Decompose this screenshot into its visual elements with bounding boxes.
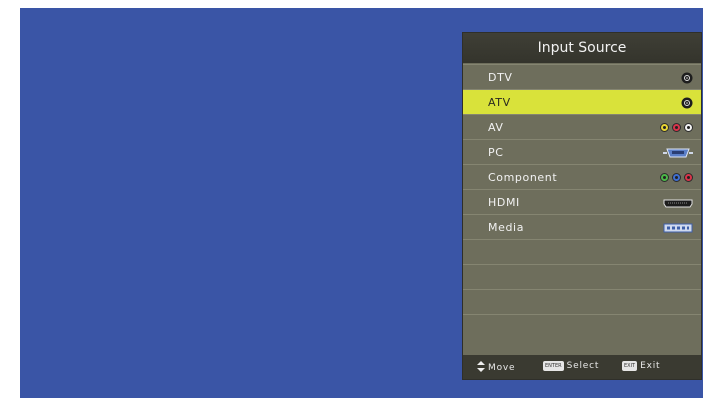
empty-row [463, 239, 701, 264]
empty-row [463, 314, 701, 339]
usb-connector-icon [663, 221, 693, 234]
source-item-media[interactable]: Media [463, 214, 701, 239]
source-item-label: Media [488, 221, 525, 234]
menu-footer: Move ENTER Select EXIT Exit [463, 355, 701, 379]
exit-hint: EXIT Exit [622, 361, 660, 371]
source-item-hdmi[interactable]: HDMI [463, 189, 701, 214]
source-item-dtv[interactable]: DTV [463, 64, 701, 89]
input-source-menu: Input Source DTV ATV AV PC Component HDM… [462, 32, 702, 380]
vga-connector-icon [663, 146, 693, 159]
source-item-label: Component [488, 171, 558, 184]
input-source-list: DTV ATV AV PC Component HDMI Media [463, 64, 701, 339]
exit-key-icon: EXIT [622, 361, 638, 371]
source-item-pc[interactable]: PC [463, 139, 701, 164]
source-item-av[interactable]: AV [463, 114, 701, 139]
coax-connector-icon [681, 71, 693, 84]
source-item-label: DTV [488, 71, 513, 84]
exit-label: Exit [640, 361, 661, 371]
source-item-label: ATV [488, 96, 511, 109]
select-label: Select [566, 361, 600, 371]
coax-connector-icon [681, 96, 693, 109]
empty-row [463, 264, 701, 289]
source-item-atv[interactable]: ATV [463, 89, 701, 114]
source-item-label: PC [488, 146, 504, 159]
source-item-component[interactable]: Component [463, 164, 701, 189]
menu-title: Input Source [463, 33, 701, 63]
rca-composite-icon [660, 121, 693, 134]
empty-row [463, 289, 701, 314]
rca-component-icon [660, 171, 693, 184]
source-item-label: AV [488, 121, 504, 134]
enter-key-icon: ENTER [543, 361, 564, 371]
select-hint: ENTER Select [543, 361, 599, 371]
hdmi-connector-icon [663, 196, 693, 209]
move-label: Move [488, 363, 516, 373]
up-down-arrow-icon [477, 361, 485, 375]
move-hint: Move [477, 361, 515, 375]
source-item-label: HDMI [488, 196, 520, 209]
